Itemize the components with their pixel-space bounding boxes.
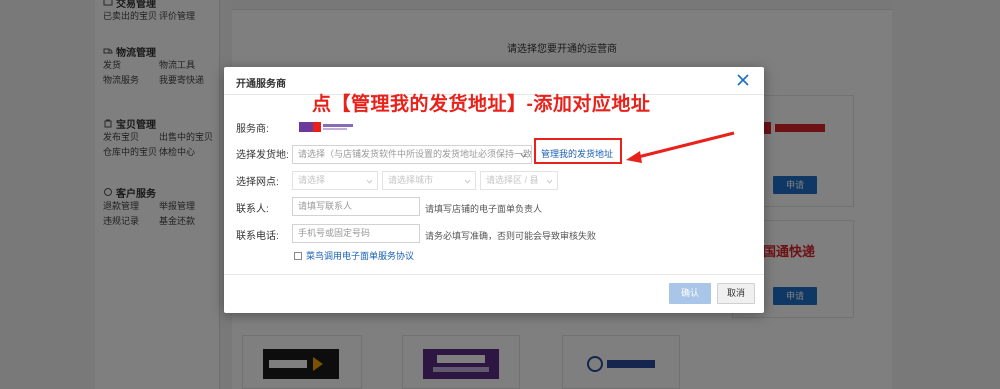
annotation-instruction: 点【管理我的发货地址】-添加对应地址	[312, 94, 651, 115]
chevron-down-icon	[520, 153, 527, 158]
pointer-arrow-icon	[626, 131, 735, 163]
chevron-down-icon	[546, 179, 553, 184]
cancel-button[interactable]: 取消	[717, 283, 755, 304]
contact-input[interactable]: 请填写联系人	[292, 197, 420, 216]
branch-label: 选择网点:	[236, 177, 279, 188]
phone-hint: 请务必填写准确，否则可能会导致审核失败	[425, 231, 597, 241]
close-icon[interactable]	[736, 73, 750, 87]
district-select[interactable]: 请选择区 / 县	[480, 171, 558, 190]
city-select[interactable]: 请选择城市	[382, 171, 476, 190]
dialog-title: 开通服务商	[236, 79, 286, 90]
address-select-placeholder: 请选择（与店铺发货软件中所设置的发货地址必须保持一致	[298, 149, 532, 159]
address-select[interactable]: 请选择（与店铺发货软件中所设置的发货地址必须保持一致	[292, 145, 532, 164]
provider-label: 服务商:	[236, 124, 269, 135]
open-provider-dialog: 开通服务商 点【管理我的发货地址】-添加对应地址 服务商: 选择发货地: 请选择…	[224, 67, 764, 313]
chevron-down-icon	[366, 179, 373, 184]
phone-label: 联系电话:	[236, 231, 279, 242]
confirm-button[interactable]: 确认	[669, 283, 711, 304]
phone-input[interactable]: 手机号或固定号码	[292, 224, 420, 243]
agreement-checkbox[interactable]	[294, 251, 302, 260]
province-select[interactable]: 请选择	[292, 171, 378, 190]
yt-logo-icon	[299, 122, 353, 132]
chevron-down-icon	[464, 179, 471, 184]
contact-label: 联系人:	[236, 204, 269, 215]
address-label: 选择发货地:	[236, 150, 289, 161]
contact-hint: 请填写店铺的电子面单负责人	[425, 204, 543, 214]
agreement-row: 菜鸟调用电子面单服务协议	[294, 249, 414, 262]
agreement-link[interactable]: 菜鸟调用电子面单服务协议	[306, 249, 414, 262]
manage-address-link[interactable]: 管理我的发货地址	[541, 147, 613, 160]
